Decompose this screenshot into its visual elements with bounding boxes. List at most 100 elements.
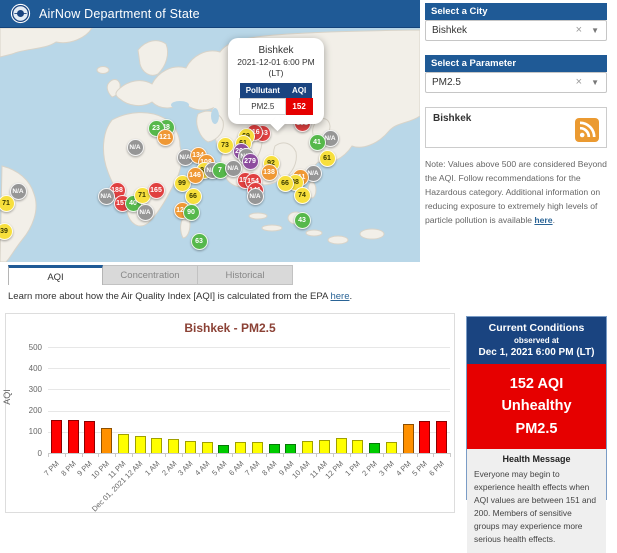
x-axis-label: 5 PM bbox=[410, 459, 429, 478]
x-axis-tick bbox=[417, 453, 418, 457]
conditions-title: Current Conditions bbox=[469, 322, 604, 334]
y-axis-tick-label: 200 bbox=[6, 406, 42, 415]
x-axis-tick bbox=[65, 453, 66, 457]
aqi-marker[interactable]: 73 bbox=[217, 137, 234, 154]
chart-bars bbox=[48, 347, 450, 453]
tab-aqi[interactable]: AQI bbox=[8, 265, 103, 285]
x-axis-tick bbox=[350, 453, 351, 457]
aqi-marker[interactable]: 63 bbox=[191, 233, 208, 250]
department-of-state-seal-icon bbox=[10, 3, 31, 24]
aqi-marker[interactable]: N/A bbox=[247, 188, 264, 205]
city-caret-down-icon[interactable]: ▼ bbox=[591, 21, 599, 40]
x-axis-tick bbox=[149, 453, 150, 457]
tab-historical[interactable]: Historical bbox=[198, 265, 293, 285]
bar-7-am bbox=[252, 442, 263, 453]
city-clear-icon[interactable]: × bbox=[576, 21, 582, 40]
aqi-bar-chart: Bishkek - PM2.5 AQI 0100200300400500 7 P… bbox=[5, 313, 455, 513]
aqi-marker[interactable]: 138 bbox=[261, 164, 278, 181]
aqi-marker[interactable]: 41 bbox=[309, 134, 326, 151]
popup-aqi-value: 152 bbox=[286, 99, 312, 115]
aqi-marker[interactable]: 43 bbox=[294, 212, 311, 229]
note-here-link[interactable]: here bbox=[534, 215, 552, 225]
popup-pollutant-value: PM2.5 bbox=[240, 99, 286, 115]
x-axis-tick bbox=[249, 453, 250, 457]
aqi-marker[interactable]: 165 bbox=[148, 182, 165, 199]
conditions-pollutant: PM2.5 bbox=[469, 418, 604, 440]
bar-8-am bbox=[269, 444, 280, 453]
x-axis-tick bbox=[266, 453, 267, 457]
aqi-marker[interactable]: N/A bbox=[127, 139, 144, 156]
learn-more-here-link[interactable]: here bbox=[330, 291, 349, 302]
x-axis-tick bbox=[299, 453, 300, 457]
city-select[interactable]: Bishkek × ▼ bbox=[425, 20, 607, 41]
learn-more-suffix: . bbox=[349, 291, 352, 302]
parameter-caret-down-icon[interactable]: ▼ bbox=[591, 73, 599, 92]
x-axis-tick bbox=[450, 453, 451, 457]
bar-2-am bbox=[168, 439, 179, 453]
x-axis-tick bbox=[82, 453, 83, 457]
tab-concentration[interactable]: Concentration bbox=[103, 265, 198, 285]
x-axis-label: 6 AM bbox=[227, 459, 245, 477]
x-axis-tick bbox=[199, 453, 200, 457]
aqi-marker[interactable]: 61 bbox=[319, 150, 336, 167]
aqi-marker[interactable]: N/A bbox=[98, 188, 115, 205]
city-select-value: Bishkek bbox=[432, 25, 467, 36]
x-axis-tick bbox=[132, 453, 133, 457]
bar-6-pm bbox=[436, 421, 447, 453]
world-aqi-map[interactable]: N/A71394823121N/A188N/A1574071165N/A9966… bbox=[0, 28, 420, 262]
aqi-marker[interactable]: 39 bbox=[0, 223, 13, 240]
x-axis-label: 5 AM bbox=[210, 459, 228, 477]
learn-more-line: Learn more about how the Air Quality Ind… bbox=[8, 291, 352, 302]
x-axis-tick bbox=[182, 453, 183, 457]
y-axis-tick-label: 100 bbox=[6, 427, 42, 436]
conditions-observed-label: observed at bbox=[469, 336, 604, 345]
x-axis-tick bbox=[98, 453, 99, 457]
x-axis-tick bbox=[48, 453, 49, 457]
aqi-marker[interactable]: 146 bbox=[187, 167, 204, 184]
map-popup: Bishkek 2021-12-01 6:00 PM (LT) Pollutan… bbox=[228, 38, 324, 124]
x-axis-tick bbox=[366, 453, 367, 457]
y-axis-tick-label: 300 bbox=[6, 385, 42, 394]
bar-9-am bbox=[285, 444, 296, 453]
bar-10-am bbox=[302, 441, 313, 453]
aqi-marker[interactable]: 74 bbox=[294, 187, 311, 204]
bar-6-am bbox=[235, 442, 246, 453]
parameter-clear-icon[interactable]: × bbox=[576, 73, 582, 92]
bar-4-pm bbox=[403, 424, 414, 453]
aqi-marker[interactable]: 71 bbox=[0, 195, 15, 212]
bar-1-am bbox=[151, 438, 162, 453]
x-axis-label: 7 AM bbox=[243, 459, 261, 477]
aqi-marker[interactable]: 279 bbox=[242, 153, 259, 170]
x-axis-label: 10 AM bbox=[291, 459, 312, 480]
popup-aqi-header: AQI bbox=[286, 83, 312, 99]
conditions-aqi-value: 152 AQI bbox=[469, 373, 604, 395]
x-axis-tick bbox=[115, 453, 116, 457]
x-axis-tick bbox=[383, 453, 384, 457]
popup-timezone: (LT) bbox=[269, 68, 284, 78]
select-city-header: Select a City bbox=[425, 3, 607, 20]
bar-10-pm bbox=[101, 428, 112, 453]
bar-2-pm bbox=[369, 443, 380, 453]
rss-icon[interactable] bbox=[575, 118, 599, 142]
aqi-marker[interactable]: 121 bbox=[157, 129, 174, 146]
x-axis-label: 12 PM bbox=[324, 459, 346, 481]
x-axis-tick bbox=[433, 453, 434, 457]
aqi-marker[interactable]: N/A bbox=[137, 204, 154, 221]
aqi-marker[interactable]: 66 bbox=[277, 175, 294, 192]
popup-datetime: 2021-12-01 6:00 PM bbox=[237, 57, 315, 67]
bar-5-pm bbox=[419, 421, 430, 453]
parameter-select[interactable]: PM2.5 × ▼ bbox=[425, 72, 607, 93]
bar-4-am bbox=[202, 442, 213, 453]
bar-dec-01-2021-12-am bbox=[135, 436, 146, 453]
bar-7-pm bbox=[51, 420, 62, 453]
x-axis-label: 8 PM bbox=[59, 459, 78, 478]
conditions-category: Unhealthy bbox=[469, 395, 604, 417]
aqi-marker[interactable]: 66 bbox=[185, 188, 202, 205]
chart-title: Bishkek - PM2.5 bbox=[6, 321, 454, 335]
aqi-marker[interactable]: 90 bbox=[183, 204, 200, 221]
learn-more-text: Learn more about how the Air Quality Ind… bbox=[8, 291, 330, 302]
bar-8-pm bbox=[68, 420, 79, 453]
x-axis-tick bbox=[232, 453, 233, 457]
y-axis-tick-label: 0 bbox=[6, 449, 42, 458]
x-axis-label: 6 PM bbox=[427, 459, 446, 478]
